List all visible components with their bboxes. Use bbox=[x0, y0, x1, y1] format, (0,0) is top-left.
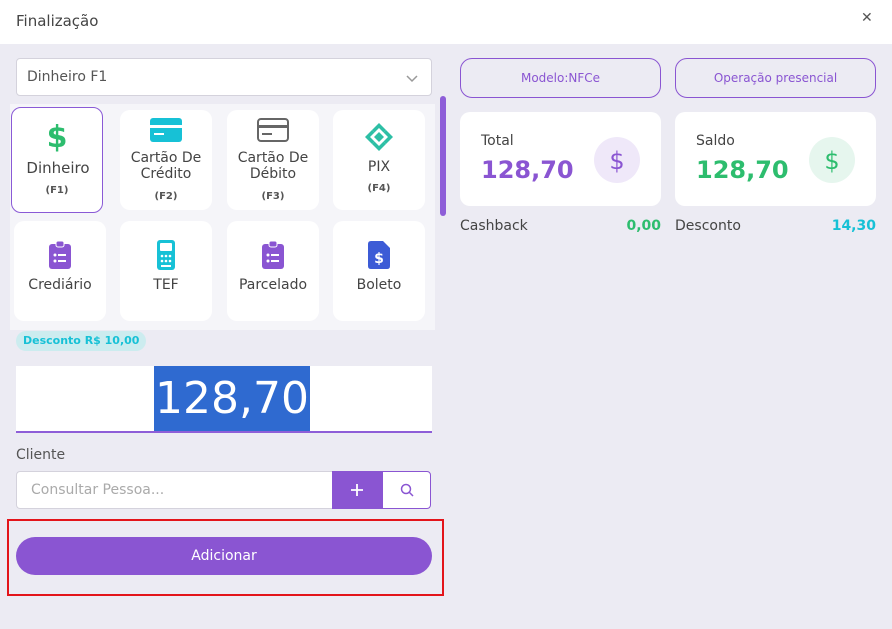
cashback-value: 0,00 bbox=[626, 218, 661, 234]
amount-input[interactable]: 128,70 bbox=[16, 366, 432, 433]
desconto-value: 14,30 bbox=[831, 218, 876, 234]
payment-tile-label: Crediário bbox=[28, 277, 92, 293]
cliente-label: Cliente bbox=[16, 447, 66, 463]
add-cliente-button[interactable] bbox=[332, 471, 382, 509]
discount-badge: Desconto R$ 10,00 bbox=[16, 331, 147, 351]
payment-tile-boleto[interactable]: $ Boleto bbox=[333, 221, 425, 321]
desconto-label: Desconto bbox=[675, 218, 741, 234]
saldo-label: Saldo bbox=[696, 133, 735, 149]
dollar-icon: $ bbox=[594, 137, 640, 183]
payment-tile-dinheiro[interactable]: $ Dinheiro (F1) bbox=[11, 107, 103, 213]
payment-tile-pix[interactable]: PIX (F4) bbox=[333, 110, 425, 210]
invoice-icon: $ bbox=[333, 241, 425, 269]
payment-tile-label: Dinheiro bbox=[26, 159, 90, 177]
payment-tile-tef[interactable]: TEF bbox=[120, 221, 212, 321]
payment-grid-scrollbar[interactable] bbox=[440, 96, 446, 216]
cliente-search-input[interactable] bbox=[16, 471, 332, 509]
cashback-label: Cashback bbox=[460, 218, 528, 234]
search-cliente-button[interactable] bbox=[382, 471, 431, 509]
payment-tile-parcelado[interactable]: Parcelado bbox=[227, 221, 319, 321]
payment-tile-shortcut: (F2) bbox=[154, 191, 178, 202]
chevron-down-icon bbox=[406, 75, 418, 83]
payment-tile-shortcut: (F4) bbox=[367, 183, 391, 194]
close-icon[interactable]: ✕ bbox=[861, 10, 873, 26]
operacao-button[interactable]: Operação presencial bbox=[675, 58, 876, 98]
payment-tile-label: TEF bbox=[153, 277, 179, 293]
svg-text:$: $ bbox=[47, 120, 68, 152]
payment-tile-shortcut: (F1) bbox=[45, 185, 69, 196]
svg-text:$: $ bbox=[609, 147, 624, 174]
dollar-icon: $ bbox=[809, 137, 855, 183]
modal-title: Finalização bbox=[16, 12, 99, 30]
dollar-icon: $ bbox=[12, 120, 102, 152]
svg-text:$: $ bbox=[374, 251, 384, 267]
saldo-value: 128,70 bbox=[696, 156, 789, 184]
svg-text:$: $ bbox=[824, 147, 839, 174]
payment-tile-crediario[interactable]: Crediário bbox=[14, 221, 106, 321]
total-value: 128,70 bbox=[481, 156, 574, 184]
pos-terminal-icon bbox=[120, 240, 212, 270]
payment-tile-label: PIX bbox=[367, 159, 391, 175]
payment-tile-cartao-credito[interactable]: Cartão De Crédito (F2) bbox=[120, 110, 212, 210]
saldo-card: Saldo 128,70 $ bbox=[675, 112, 876, 206]
payment-tile-shortcut: (F3) bbox=[261, 191, 285, 202]
payment-tile-cartao-debito[interactable]: Cartão De Débito (F3) bbox=[227, 110, 319, 210]
total-label: Total bbox=[481, 133, 514, 149]
adicionar-button[interactable]: Adicionar bbox=[16, 537, 432, 575]
credit-card-icon bbox=[120, 118, 212, 142]
modal-header: Finalização ✕ bbox=[0, 0, 892, 44]
pix-icon bbox=[333, 122, 425, 152]
clipboard-icon bbox=[14, 241, 106, 269]
plus-icon bbox=[351, 484, 363, 496]
debit-card-icon bbox=[227, 118, 319, 142]
clipboard-icon bbox=[227, 241, 319, 269]
payment-tile-label: Cartão De Débito bbox=[237, 150, 309, 182]
amount-value: 128,70 bbox=[154, 366, 310, 431]
total-card: Total 128,70 $ bbox=[460, 112, 661, 206]
payment-method-select-value: Dinheiro F1 bbox=[27, 69, 108, 85]
payment-method-select[interactable]: Dinheiro F1 bbox=[16, 58, 432, 96]
modelo-button[interactable]: Modelo:NFCe bbox=[460, 58, 661, 98]
payment-tile-label: Cartão De Crédito bbox=[130, 150, 202, 182]
payment-tile-label: Parcelado bbox=[238, 277, 308, 293]
payment-tile-label: Boleto bbox=[356, 277, 402, 293]
search-icon bbox=[400, 483, 414, 497]
